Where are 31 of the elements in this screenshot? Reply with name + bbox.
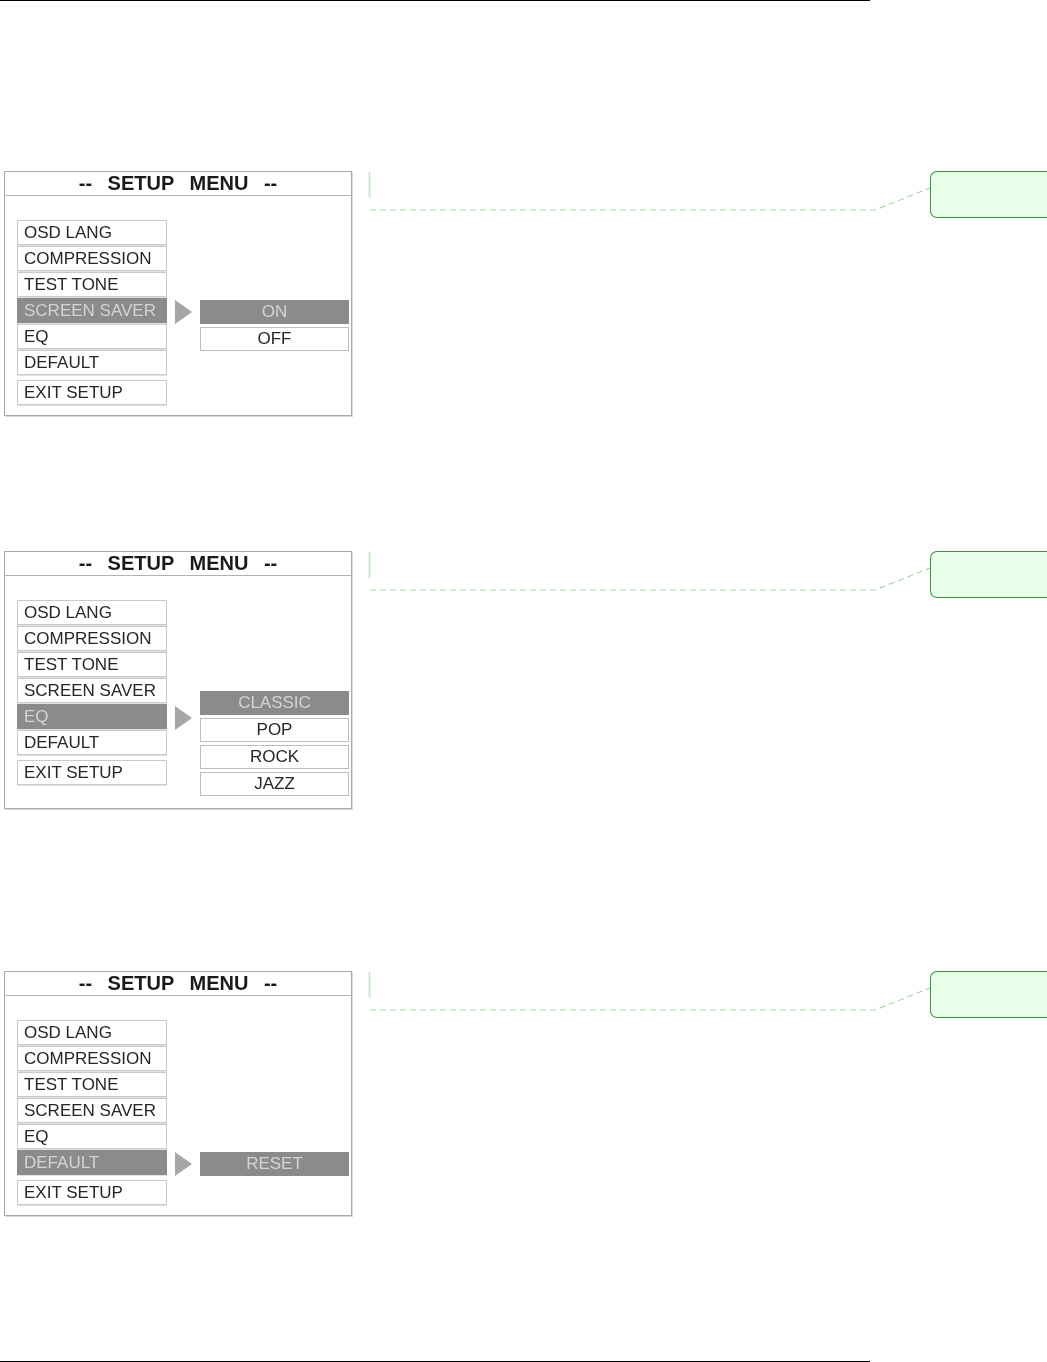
menu-item[interactable]: EQ	[17, 1124, 167, 1149]
menu-item[interactable]: DEFAULT	[17, 350, 167, 375]
menu-item[interactable]: COMPRESSION	[17, 626, 167, 651]
anchor-line	[368, 551, 371, 579]
menu-title: -- SETUP MENU --	[5, 172, 351, 196]
submenu-item[interactable]: OFF	[200, 327, 349, 351]
menu-item[interactable]: OSD LANG	[17, 1020, 167, 1045]
menu-item[interactable]: OSD LANG	[17, 600, 167, 625]
submenu-item[interactable]: ROCK	[200, 745, 349, 769]
menu-title: -- SETUP MENU --	[5, 972, 351, 996]
exit-item[interactable]: EXIT SETUP	[17, 1180, 167, 1205]
submenu-item[interactable]: JAZZ	[200, 772, 349, 796]
menu-item[interactable]: TEST TONE	[17, 1072, 167, 1097]
triangle-arrow-icon	[175, 1152, 192, 1176]
triangle-arrow-icon	[175, 706, 192, 730]
exit-item[interactable]: EXIT SETUP	[17, 380, 167, 405]
menu-item[interactable]: SCREEN SAVER	[17, 1098, 167, 1123]
menu-item[interactable]: COMPRESSION	[17, 1046, 167, 1071]
menu-item[interactable]: SCREEN SAVER	[17, 678, 167, 703]
menu-item[interactable]: TEST TONE	[17, 652, 167, 677]
menu-item[interactable]: TEST TONE	[17, 272, 167, 297]
menu-title: -- SETUP MENU --	[5, 552, 351, 576]
menu-item[interactable]: COMPRESSION	[17, 246, 167, 271]
triangle-arrow-icon	[175, 300, 192, 324]
menu-item[interactable]: EQ	[17, 324, 167, 349]
anchor-line	[368, 171, 371, 199]
submenu-item[interactable]: POP	[200, 718, 349, 742]
exit-item[interactable]: EXIT SETUP	[17, 760, 167, 785]
menu-item[interactable]: DEFAULT	[17, 730, 167, 755]
menu-item[interactable]: OSD LANG	[17, 220, 167, 245]
anchor-line	[368, 971, 371, 999]
